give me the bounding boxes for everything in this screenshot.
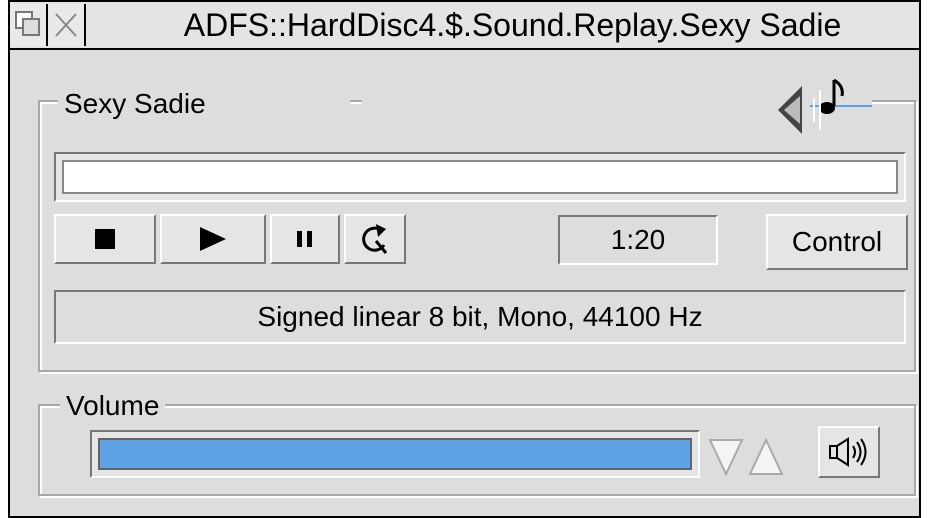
play-icon (200, 227, 226, 251)
replay-logo-icon (772, 70, 872, 150)
close-icon[interactable] (48, 4, 86, 46)
back-icon[interactable] (10, 4, 48, 46)
replay-window: ADFS::HardDisc4.$.Sound.Replay.Sexy Sadi… (8, 0, 921, 518)
loop-icon (362, 224, 388, 254)
play-button[interactable] (160, 214, 266, 264)
loop-button[interactable] (344, 214, 406, 264)
volume-up-icon[interactable] (748, 434, 784, 478)
speaker-icon (829, 437, 867, 467)
progress-bar[interactable] (54, 152, 906, 202)
volume-down-icon[interactable] (708, 434, 744, 478)
volume-level-fill (100, 440, 690, 468)
pause-button[interactable] (270, 214, 340, 264)
volume-slider[interactable] (90, 430, 700, 478)
format-info: Signed linear 8 bit, Mono, 44100 Hz (54, 290, 906, 344)
stop-button[interactable] (54, 214, 156, 264)
stop-icon (95, 229, 115, 249)
volume-label: Volume (60, 390, 166, 422)
track-label: Sexy Sadie (58, 88, 350, 120)
time-display: 1:20 (558, 215, 718, 265)
control-button[interactable]: Control (766, 214, 908, 270)
mute-button[interactable] (818, 426, 880, 478)
window-title: ADFS::HardDisc4.$.Sound.Replay.Sexy Sadi… (183, 7, 842, 43)
pause-icon (297, 231, 312, 247)
title-bar[interactable]: ADFS::HardDisc4.$.Sound.Replay.Sexy Sadi… (10, 2, 919, 50)
